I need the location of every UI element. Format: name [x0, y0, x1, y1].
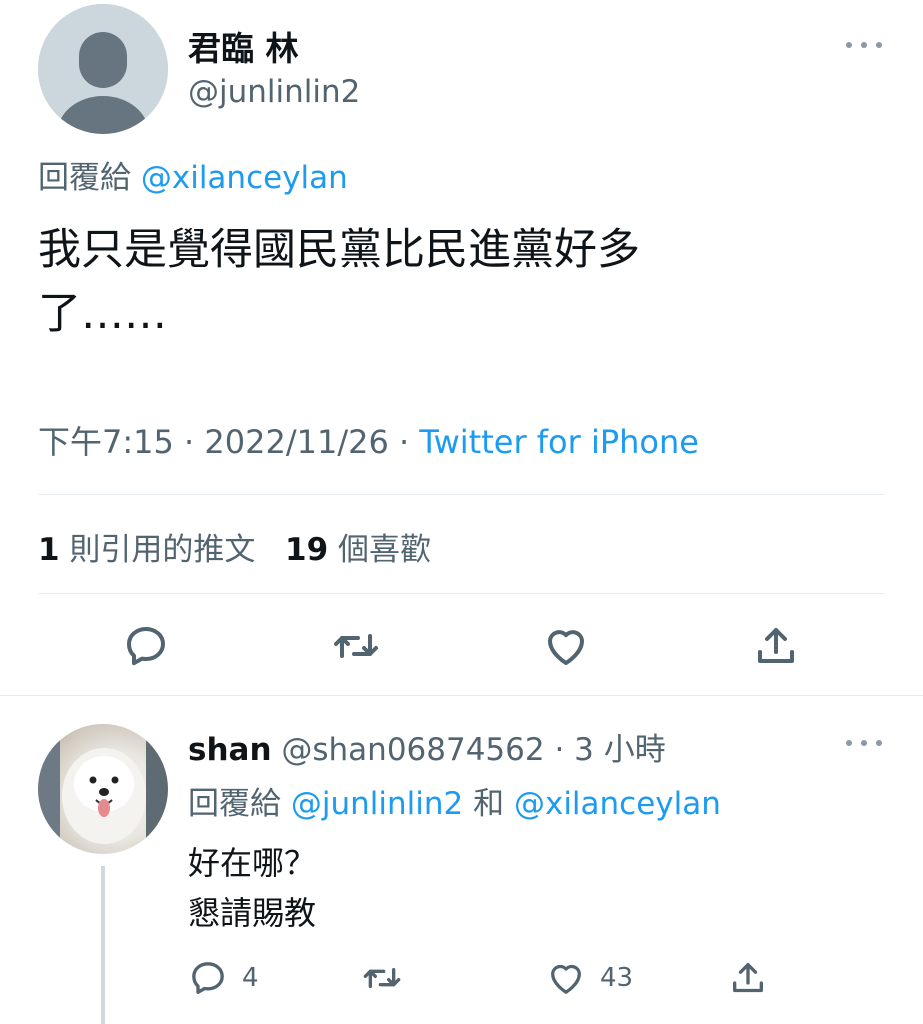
author-handle[interactable]: @junlinlin2	[188, 74, 360, 110]
author-name[interactable]: 君臨 林	[188, 22, 299, 70]
like-stat[interactable]: 19 個喜歡	[285, 532, 431, 568]
quote-label: 則引用的推文	[59, 532, 256, 568]
reply-header: shan @shan06874562 · 3 小時	[188, 724, 666, 769]
divider	[38, 593, 885, 594]
reply-retweet-action[interactable]	[362, 958, 402, 998]
divider	[38, 494, 885, 495]
reply-reply-action[interactable]: 4	[188, 958, 259, 998]
tweet-source[interactable]: Twitter for iPhone	[419, 423, 699, 461]
replying-to-link-2[interactable]: @xilanceylan	[514, 786, 721, 822]
dog-photo-icon	[38, 724, 168, 854]
replying-prefix: 回覆給	[38, 160, 141, 196]
reply-like-count: 43	[600, 963, 634, 993]
like-icon[interactable]	[542, 622, 590, 670]
replying-to-link[interactable]: @xilanceylan	[141, 160, 348, 196]
replying-and: 和	[463, 786, 514, 822]
author-avatar[interactable]	[38, 4, 168, 134]
separator: ·	[388, 423, 420, 461]
reply-like-action[interactable]: 43	[546, 958, 633, 998]
like-icon	[551, 964, 581, 994]
reply-icon[interactable]	[122, 622, 170, 670]
tweet-text: 我只是覺得國民黨比民進黨好多 了……	[38, 218, 818, 346]
share-icon	[733, 963, 763, 993]
default-profile-icon	[38, 4, 168, 134]
more-icon[interactable]	[846, 40, 882, 50]
reply-text: 好在哪？ 懇請賜教	[188, 838, 316, 938]
reply-author-handle[interactable]: @shan06874562	[281, 732, 544, 768]
reply-share-action[interactable]	[728, 958, 768, 998]
tweet-date[interactable]: 2022/11/26	[204, 423, 388, 461]
tweet-text-line: 我只是覺得國民黨比民進黨好多	[38, 225, 640, 275]
quote-count: 1	[38, 532, 60, 568]
quote-stat[interactable]: 1 則引用的推文	[38, 532, 255, 568]
like-count: 19	[285, 532, 329, 568]
separator: ·	[173, 423, 205, 461]
separator: ·	[544, 732, 575, 768]
tweet-time[interactable]: 下午7:15	[38, 423, 174, 461]
reply-count: 4	[242, 963, 259, 993]
reply-author-name[interactable]: shan	[188, 732, 272, 768]
thread-line	[101, 866, 105, 1024]
retweet-icon[interactable]	[332, 622, 380, 670]
reply-time[interactable]: 3 小時	[574, 732, 666, 768]
divider	[0, 695, 923, 696]
tweet-meta: 下午7:15 · 2022/11/26 · Twitter for iPhone	[38, 417, 699, 463]
reply-text-line: 好在哪？	[188, 844, 317, 882]
replying-to-link-1[interactable]: @junlinlin2	[291, 786, 463, 822]
replying-to-line: 回覆給 @xilanceylan	[38, 152, 348, 197]
tweet-text-line: 了……	[38, 289, 167, 339]
reply-text-line: 懇請賜教	[188, 894, 317, 932]
more-icon[interactable]	[846, 738, 882, 748]
retweet-icon	[363, 968, 401, 988]
like-label: 個喜歡	[328, 532, 431, 568]
share-icon[interactable]	[752, 622, 800, 670]
reply-replying-to-line: 回覆給 @junlinlin2 和 @xilanceylan	[188, 778, 721, 823]
tweet-stats: 1 則引用的推文 19 個喜歡	[38, 524, 431, 569]
reply-icon	[192, 962, 224, 994]
replying-prefix: 回覆給	[188, 786, 291, 822]
reply-author-avatar[interactable]	[38, 724, 168, 854]
